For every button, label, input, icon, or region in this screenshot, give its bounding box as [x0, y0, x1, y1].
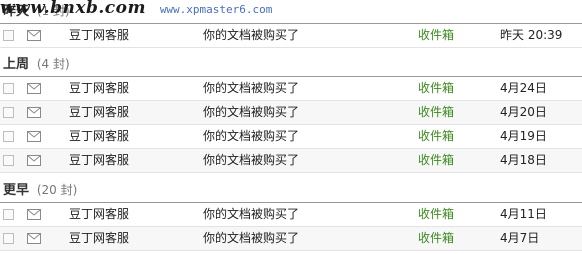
mail-sender[interactable]: 豆丁网客服 — [69, 149, 129, 172]
group-label: 更早 — [3, 183, 30, 198]
mail-row[interactable]: 豆丁网客服 你的文档被购买了 收件箱 4月7日 — [0, 227, 582, 251]
envelope-icon — [27, 233, 41, 244]
mail-sender[interactable]: 豆丁网客服 — [69, 125, 129, 148]
watermark-url: www.xpmaster6.com — [159, 3, 273, 16]
mail-sender[interactable]: 豆丁网客服 — [69, 24, 129, 47]
group-header-last-week: 上周 (4 封) — [0, 54, 582, 74]
envelope-icon — [27, 209, 41, 220]
row-checkbox[interactable] — [3, 30, 14, 41]
row-checkbox[interactable] — [3, 131, 14, 142]
group-count: (20 封) — [36, 183, 78, 197]
envelope-icon — [27, 30, 41, 41]
mail-row[interactable]: 豆丁网客服 你的文档被购买了 收件箱 4月11日 — [0, 203, 582, 227]
mail-subject[interactable]: 你的文档被购买了 — [203, 24, 299, 47]
mail-date: 4月20日 — [500, 105, 547, 119]
mail-folder[interactable]: 收件箱 — [418, 227, 454, 250]
mail-row[interactable]: 豆丁网客服 你的文档被购买了 收件箱 4月19日 — [0, 125, 582, 149]
mail-subject[interactable]: 你的文档被购买了 — [203, 149, 299, 172]
envelope-icon — [27, 83, 41, 94]
mail-subject[interactable]: 你的文档被购买了 — [203, 203, 299, 226]
mail-folder[interactable]: 收件箱 — [418, 203, 454, 226]
mail-row[interactable]: 豆丁网客服 你的文档被购买了 收件箱 4月18日 — [0, 149, 582, 173]
mail-sender[interactable]: 豆丁网客服 — [69, 227, 129, 250]
mail-date: 4月18日 — [500, 153, 547, 167]
mail-folder[interactable]: 收件箱 — [418, 149, 454, 172]
mail-date: 4月7日 — [500, 231, 540, 245]
mail-sender[interactable]: 豆丁网客服 — [69, 203, 129, 226]
mail-date: 4月24日 — [500, 81, 547, 95]
mail-folder[interactable]: 收件箱 — [418, 77, 454, 100]
mail-sender[interactable]: 豆丁网客服 — [69, 101, 129, 124]
mail-subject[interactable]: 你的文档被购买了 — [203, 227, 299, 250]
watermark-text: www.bnxb.com — [0, 0, 146, 18]
row-checkbox[interactable] — [3, 83, 14, 94]
watermark: www.bnxb.com www.xpmaster6.com — [0, 0, 272, 22]
row-checkbox[interactable] — [3, 107, 14, 118]
envelope-icon — [27, 155, 41, 166]
mail-date: 4月11日 — [500, 207, 547, 221]
group-count: (4 封) — [36, 57, 70, 71]
row-checkbox[interactable] — [3, 155, 14, 166]
mail-folder[interactable]: 收件箱 — [418, 24, 454, 47]
mail-row[interactable]: 豆丁网客服 你的文档被购买了 收件箱 4月20日 — [0, 101, 582, 125]
envelope-icon — [27, 107, 41, 118]
mail-subject[interactable]: 你的文档被购买了 — [203, 77, 299, 100]
group-label: 上周 — [3, 57, 30, 72]
group-header-earlier: 更早 (20 封) — [0, 180, 582, 200]
mail-subject[interactable]: 你的文档被购买了 — [203, 101, 299, 124]
mail-sender[interactable]: 豆丁网客服 — [69, 77, 129, 100]
row-checkbox[interactable] — [3, 233, 14, 244]
row-checkbox[interactable] — [3, 209, 14, 220]
mail-row[interactable]: 豆丁网客服 你的文档被购买了 收件箱 昨天 20:39 — [0, 24, 582, 48]
mail-row[interactable]: 豆丁网客服 你的文档被购买了 收件箱 4月24日 — [0, 77, 582, 101]
mail-subject[interactable]: 你的文档被购买了 — [203, 125, 299, 148]
mail-date: 4月19日 — [500, 129, 547, 143]
envelope-icon — [27, 131, 41, 142]
mail-date: 昨天 20:39 — [500, 28, 563, 42]
mail-folder[interactable]: 收件箱 — [418, 101, 454, 124]
mail-folder[interactable]: 收件箱 — [418, 125, 454, 148]
